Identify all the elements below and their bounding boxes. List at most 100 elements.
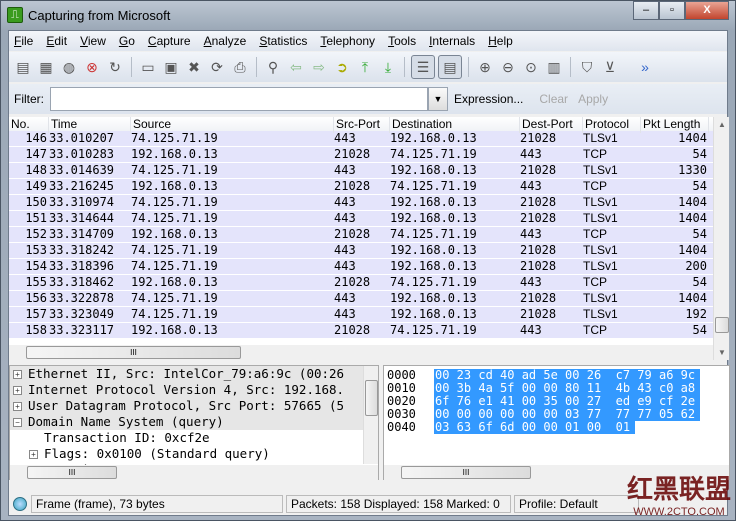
packet-cell-1: 33.322878 bbox=[49, 291, 115, 305]
menu-tools[interactable]: Tools bbox=[388, 34, 416, 48]
capture-filters-icon[interactable]: ⛉ bbox=[577, 57, 597, 77]
detail-tree-item[interactable]: + User Datagram Protocol, Src Port: 57665… bbox=[10, 398, 363, 414]
packet-cell-2: 74.125.71.19 bbox=[131, 211, 218, 225]
detail-tree-item[interactable]: + Internet Protocol Version 4, Src: 192.1… bbox=[10, 382, 363, 398]
packet-cell-5: 21028 bbox=[520, 163, 557, 177]
packet-cell-7: 1404 bbox=[678, 195, 707, 209]
packet-cell-5: 443 bbox=[520, 179, 542, 193]
go-forward-icon[interactable]: ⇨ bbox=[309, 57, 329, 77]
packet-cell-1: 33.314709 bbox=[49, 227, 115, 241]
packet-row[interactable]: 149 33.216245 192.168.0.13 21028 74.125.71.1… bbox=[9, 179, 729, 195]
packet-list-hscrollbar[interactable]: III bbox=[9, 345, 713, 360]
expression-button[interactable]: Expression... bbox=[454, 92, 523, 106]
packet-row[interactable]: 156 33.322878 74.125.71.19 443 192.168.0.13 2… bbox=[9, 291, 729, 307]
packet-row[interactable]: 157 33.323049 74.125.71.19 443 192.168.0.13 2… bbox=[9, 307, 729, 323]
auto-scroll-icon[interactable]: ▤ bbox=[438, 55, 462, 79]
menu-statistics[interactable]: Statistics bbox=[259, 34, 307, 48]
find-packet-icon[interactable]: ⚲ bbox=[263, 57, 283, 77]
packet-cell-3: 443 bbox=[334, 291, 356, 305]
menu-view[interactable]: View bbox=[80, 34, 106, 48]
detail-tree-item[interactable]: + Ethernet II, Src: IntelCor_79:a6:9c (00… bbox=[10, 366, 363, 382]
apply-button[interactable]: Apply bbox=[578, 92, 608, 106]
packet-list-vscrollbar[interactable]: ▲ ▼ bbox=[713, 117, 729, 360]
expand-toggle-icon[interactable]: + bbox=[29, 449, 38, 459]
packet-row[interactable]: 146 33.010207 74.125.71.19 443 192.168.0.13 2… bbox=[9, 131, 729, 147]
status-profile[interactable]: Profile: Default bbox=[514, 495, 639, 513]
expand-toggle-icon[interactable]: − bbox=[13, 417, 22, 427]
packet-row[interactable]: 152 33.314709 192.168.0.13 21028 74.125.71.1… bbox=[9, 227, 729, 243]
packet-row[interactable]: 153 33.318242 74.125.71.19 443 192.168.0.13 2… bbox=[9, 243, 729, 259]
normal-size-icon[interactable]: ⊙ bbox=[521, 57, 541, 77]
packet-row[interactable]: 155 33.318462 192.168.0.13 21028 74.125.71.1… bbox=[9, 275, 729, 291]
packet-cell-3: 443 bbox=[334, 163, 356, 177]
packet-cell-0: 156 bbox=[25, 291, 47, 305]
expand-toggle-icon[interactable]: + bbox=[13, 369, 22, 379]
packet-row[interactable]: 148 33.014639 74.125.71.19 443 192.168.0.13 2… bbox=[9, 163, 729, 179]
packet-cell-0: 158 bbox=[25, 323, 47, 337]
display-filters-icon[interactable]: ⊻ bbox=[600, 57, 620, 77]
interfaces-icon[interactable]: ▤ bbox=[13, 57, 33, 77]
packet-cell-4: 192.168.0.13 bbox=[390, 131, 477, 145]
start-capture-icon[interactable]: ◍ bbox=[59, 57, 79, 77]
packet-cell-6: TLSv1 bbox=[583, 131, 618, 145]
maximize-button[interactable]: ▫ bbox=[659, 1, 685, 20]
colorize-icon[interactable]: ☰ bbox=[411, 55, 435, 79]
close-button[interactable]: X bbox=[685, 1, 729, 20]
packet-cell-5: 443 bbox=[520, 147, 542, 161]
detail-tree-item[interactable]: + Flags: 0x0100 (Standard query) bbox=[10, 446, 363, 462]
expand-toggle-icon[interactable]: + bbox=[13, 385, 22, 395]
hex-bytes[interactable]: 03 63 6f 6d 00 00 01 00 01 bbox=[434, 421, 636, 434]
go-back-icon[interactable]: ⇦ bbox=[286, 57, 306, 77]
capture-options-icon[interactable]: ▦ bbox=[36, 57, 56, 77]
zoom-in-icon[interactable]: ⊕ bbox=[475, 57, 495, 77]
filter-input[interactable] bbox=[50, 87, 428, 111]
menu-go[interactable]: Go bbox=[119, 34, 135, 48]
menu-internals[interactable]: Internals bbox=[429, 34, 475, 48]
menu-capture[interactable]: Capture bbox=[148, 34, 191, 48]
go-first-icon[interactable]: ⤒ bbox=[355, 57, 375, 77]
menu-edit[interactable]: Edit bbox=[46, 34, 67, 48]
close-file-icon[interactable]: ✖ bbox=[184, 57, 204, 77]
packet-cell-3: 21028 bbox=[334, 227, 371, 241]
packet-cell-7: 1404 bbox=[678, 291, 707, 305]
toolbar-overflow-icon[interactable]: » bbox=[635, 57, 655, 77]
packet-row[interactable]: 151 33.314644 74.125.71.19 443 192.168.0.13 2… bbox=[9, 211, 729, 227]
detail-tree-item[interactable]: − Domain Name System (query) bbox=[10, 414, 363, 430]
expert-info-icon[interactable] bbox=[13, 497, 27, 511]
detail-text: Internet Protocol Version 4, Src: 192.16… bbox=[28, 382, 345, 397]
packet-cell-4: 192.168.0.13 bbox=[390, 291, 477, 305]
menu-help[interactable]: Help bbox=[488, 34, 513, 48]
detail-tree-item[interactable]: Transaction ID: 0xcf2e bbox=[10, 430, 363, 446]
go-last-icon[interactable]: ⤓ bbox=[378, 57, 398, 77]
zoom-out-icon[interactable]: ⊖ bbox=[498, 57, 518, 77]
details-hscrollbar[interactable]: III bbox=[10, 465, 378, 480]
packet-cell-6: TLSv1 bbox=[583, 259, 618, 273]
restart-capture-icon[interactable]: ↻ bbox=[105, 57, 125, 77]
minimize-button[interactable]: – bbox=[633, 1, 659, 20]
packet-cell-7: 54 bbox=[692, 275, 707, 289]
packet-cell-2: 74.125.71.19 bbox=[131, 259, 218, 273]
save-file-icon[interactable]: ▣ bbox=[161, 57, 181, 77]
packet-cell-7: 1404 bbox=[678, 243, 707, 257]
filter-dropdown-icon[interactable]: ▼ bbox=[428, 87, 448, 111]
reload-icon[interactable]: ⟳ bbox=[207, 57, 227, 77]
packet-row[interactable]: 154 33.318396 74.125.71.19 443 192.168.0.13 2… bbox=[9, 259, 729, 275]
go-to-packet-icon[interactable]: ➲ bbox=[332, 57, 352, 77]
packet-cell-7: 1404 bbox=[678, 131, 707, 145]
expand-toggle-icon[interactable]: + bbox=[13, 401, 22, 411]
resize-columns-icon[interactable]: ▥ bbox=[544, 57, 564, 77]
packet-row[interactable]: 150 33.310974 74.125.71.19 443 192.168.0.13 2… bbox=[9, 195, 729, 211]
stop-capture-icon[interactable]: ⊗ bbox=[82, 57, 102, 77]
menu-telephony[interactable]: Telephony bbox=[320, 34, 375, 48]
menu-file[interactable]: File bbox=[14, 34, 33, 48]
packet-cell-2: 74.125.71.19 bbox=[131, 195, 218, 209]
menu-analyze[interactable]: Analyze bbox=[204, 34, 247, 48]
packet-cell-3: 443 bbox=[334, 211, 356, 225]
packet-cell-2: 192.168.0.13 bbox=[131, 275, 218, 289]
open-file-icon[interactable]: ▭ bbox=[138, 57, 158, 77]
packet-row[interactable]: 147 33.010283 192.168.0.13 21028 74.125.71.1… bbox=[9, 147, 729, 163]
packet-row[interactable]: 158 33.323117 192.168.0.13 21028 74.125.71.1… bbox=[9, 323, 729, 339]
clear-button[interactable]: Clear bbox=[539, 92, 568, 106]
details-vscrollbar[interactable] bbox=[363, 366, 378, 464]
print-icon[interactable]: ⎙ bbox=[230, 57, 250, 77]
